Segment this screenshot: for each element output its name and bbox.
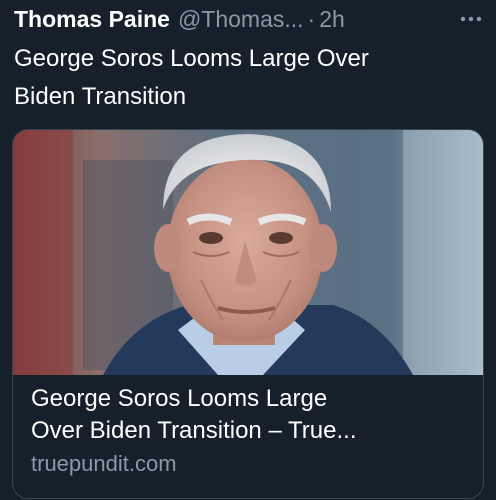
link-card[interactable]: George Soros Looms Large Over Biden Tran… — [12, 129, 484, 499]
card-title[interactable]: George Soros Looms Large Over Biden Tran… — [31, 383, 471, 447]
card-image[interactable] — [13, 130, 483, 375]
card-text[interactable]: George Soros Looms Large Over Biden Tran… — [31, 383, 471, 479]
timestamp[interactable]: 2h — [319, 5, 345, 33]
author-handle[interactable]: @Thomas... — [178, 5, 304, 33]
tweet-header: Thomas Paine @Thomas... · 2h — [14, 2, 486, 36]
card-domain[interactable]: truepundit.com — [31, 449, 471, 479]
tweet-text: George Soros Looms Large Over Biden Tran… — [14, 45, 369, 110]
more-horizontal-icon[interactable] — [456, 4, 486, 34]
separator-dot: · — [307, 6, 316, 32]
author-name[interactable]: Thomas Paine — [14, 5, 170, 33]
tweet[interactable]: Thomas Paine @Thomas... · 2h George Soro… — [0, 0, 496, 500]
